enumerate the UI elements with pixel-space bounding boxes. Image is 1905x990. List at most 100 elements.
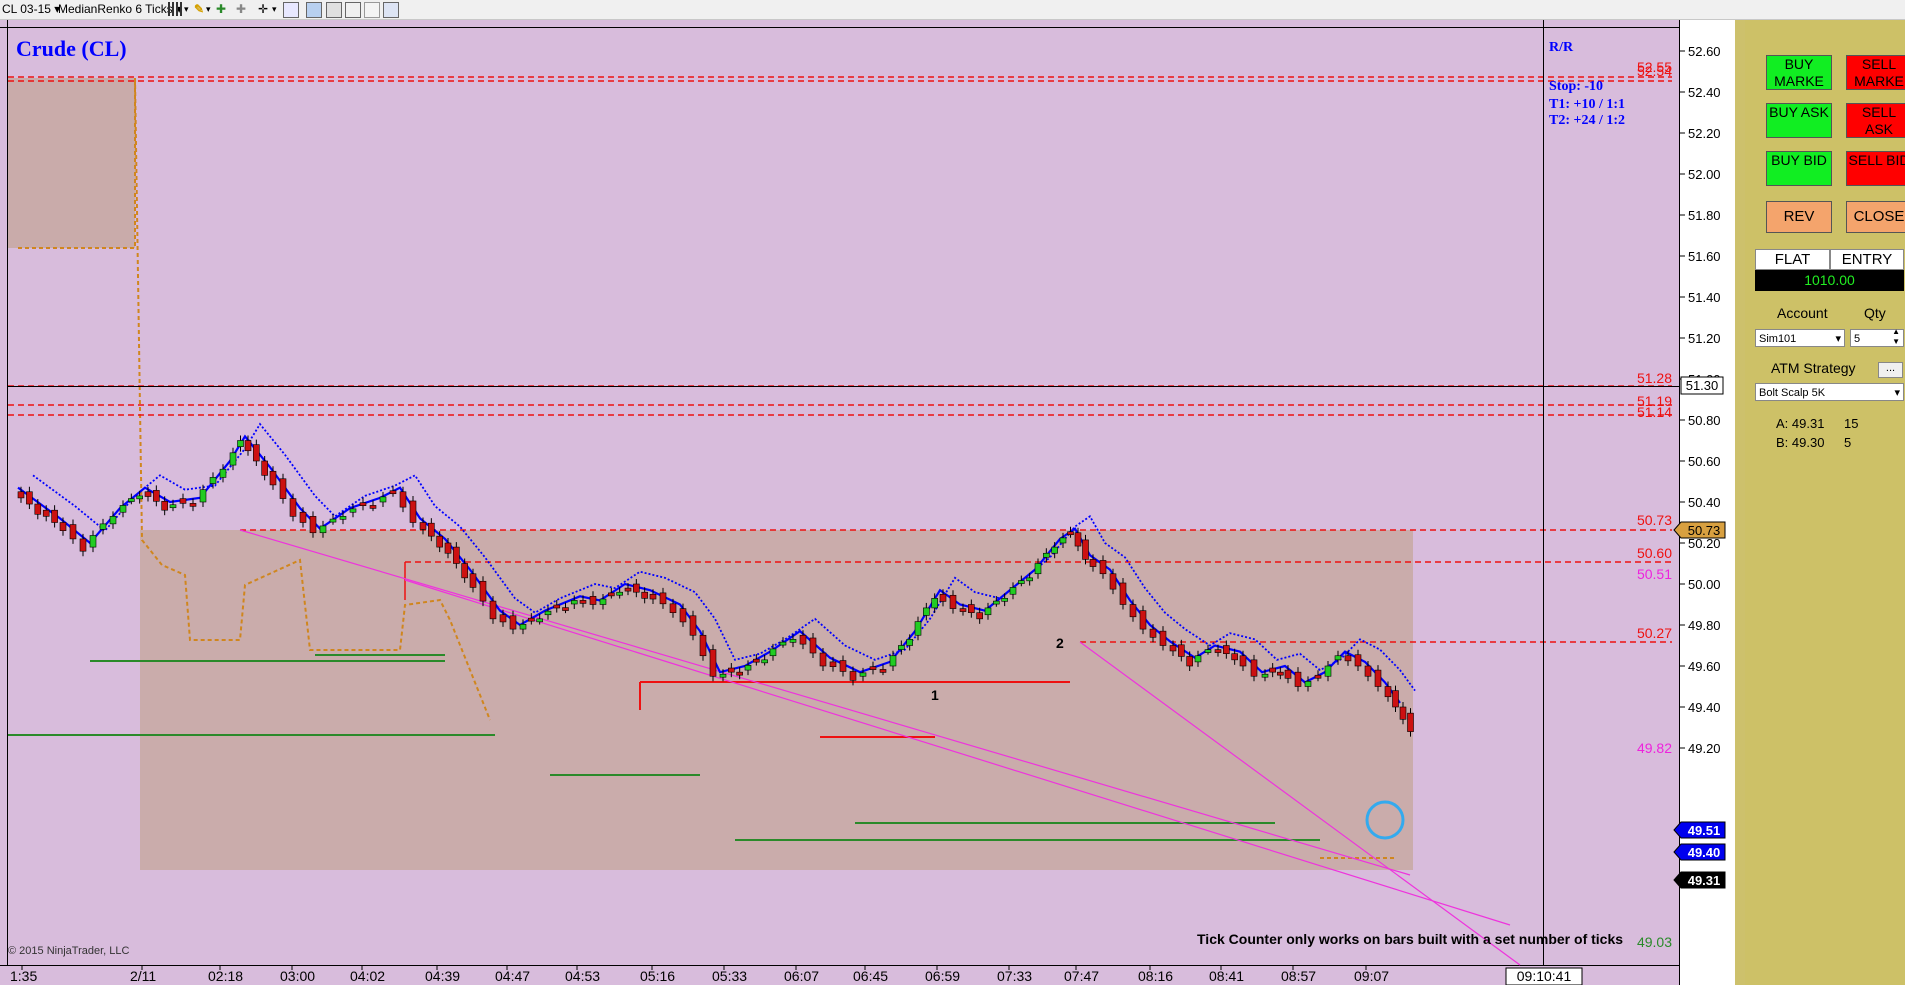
candle-down xyxy=(1119,582,1127,605)
candle-up xyxy=(319,525,327,534)
price-tick-label: 50.80 xyxy=(1688,413,1721,428)
candle-down xyxy=(1178,644,1185,657)
price-tick-label: 51.60 xyxy=(1688,249,1721,264)
candle-up xyxy=(1026,577,1033,582)
time-tick-label: 04:53 xyxy=(565,968,600,984)
candle-up xyxy=(237,440,244,447)
candle-up xyxy=(859,672,867,677)
properties-icon[interactable] xyxy=(306,2,322,18)
candle-down xyxy=(728,667,735,673)
candle-down xyxy=(562,607,569,611)
candle-down xyxy=(709,649,717,677)
time-tick-label: 05:33 xyxy=(712,968,747,984)
candle-down xyxy=(633,583,640,593)
candle-down xyxy=(624,587,632,592)
sell-market-button[interactable]: SELL MARKE xyxy=(1846,55,1905,90)
candle-up xyxy=(209,477,217,484)
time-tick-label: 07:33 xyxy=(997,968,1032,984)
candle-up xyxy=(339,516,347,520)
level-label-51-28: 51.28 xyxy=(1637,370,1672,386)
candle-up xyxy=(1059,537,1067,544)
candle-down xyxy=(553,604,561,609)
candle-up xyxy=(199,489,207,503)
draw-dropdown-icon[interactable]: ▾ xyxy=(206,2,211,17)
time-tick-label: 04:47 xyxy=(495,968,530,984)
candle-up xyxy=(1334,655,1342,661)
time-tick-label: 02:18 xyxy=(208,968,243,984)
atm-strategy-select[interactable]: Bolt Scalp 5K ▾ xyxy=(1755,383,1904,401)
time-tick-label: 08:16 xyxy=(1138,968,1173,984)
candle-down xyxy=(499,614,507,623)
atm-options-button[interactable]: ... xyxy=(1878,362,1903,378)
instrument-selector[interactable]: CL 03-15 ▾ xyxy=(2,2,60,17)
candle-up xyxy=(769,648,777,657)
crosshair-icon[interactable]: ✛ xyxy=(258,2,268,17)
candle-down xyxy=(399,491,407,508)
price-tick-label: 52.00 xyxy=(1688,167,1721,182)
candle-down xyxy=(753,658,760,663)
price-tick-label: 49.40 xyxy=(1688,700,1721,715)
time-tick-label: 06:07 xyxy=(784,968,819,984)
screenshot-icon[interactable] xyxy=(345,2,361,18)
account-label: Account xyxy=(1777,305,1828,321)
buy-market-button[interactable]: BUY MARKE xyxy=(1766,55,1832,90)
candle-down xyxy=(1159,630,1167,646)
candle-down xyxy=(659,592,667,605)
reverse-button[interactable]: REV xyxy=(1766,201,1832,233)
candle-down xyxy=(444,542,452,554)
candle-down xyxy=(1250,659,1258,677)
candle-down xyxy=(608,592,615,597)
buy-ask-button[interactable]: BUY ASK xyxy=(1766,103,1832,138)
candle-down xyxy=(879,669,887,673)
candle-down xyxy=(461,563,468,579)
candle-down xyxy=(1294,671,1302,687)
candle-down xyxy=(1314,674,1322,679)
crosshair-dropdown-icon[interactable]: ▾ xyxy=(272,2,277,17)
chart-canvas[interactable]: 1 2 Crude (CL) R/R Stop: -10 T1: +10 / 1… xyxy=(0,20,1735,986)
atm-strategy-label: ATM Strategy xyxy=(1771,360,1856,376)
candle-down xyxy=(179,498,187,504)
bar-style-dropdown-icon[interactable]: ▾ xyxy=(184,2,189,17)
candle-up xyxy=(931,598,938,609)
candle-down xyxy=(736,671,743,676)
candle-down xyxy=(579,600,587,604)
chart-trader-icon[interactable] xyxy=(383,2,399,18)
bar-style-icon[interactable] xyxy=(168,2,182,16)
time-tick-label: 1:35 xyxy=(10,968,37,984)
candle-up xyxy=(349,508,357,513)
swing-label-1: 1 xyxy=(931,687,939,703)
pencil-icon[interactable]: ✎ xyxy=(194,2,204,17)
candle-up xyxy=(1018,580,1025,584)
candle-down xyxy=(269,470,277,486)
buy-bid-button[interactable]: BUY BID xyxy=(1766,151,1832,186)
high-price-marker: 50.73 xyxy=(1688,523,1721,538)
quantity-stepper[interactable]: 5 ▲ ▼ xyxy=(1850,327,1904,347)
level-label-50-73: 50.73 xyxy=(1637,512,1672,528)
candle-up xyxy=(1001,598,1008,602)
add-indicator-icon[interactable]: ✚ xyxy=(216,2,226,17)
rr-target-1: T1: +10 / 1:1 xyxy=(1549,97,1625,112)
stepper-arrows-icon[interactable]: ▲ ▼ xyxy=(1892,327,1900,347)
strategy-icon[interactable]: ✚ xyxy=(236,2,246,17)
candle-up xyxy=(1324,665,1332,677)
candle-down xyxy=(161,501,168,511)
print-icon[interactable] xyxy=(364,2,380,18)
candle-up xyxy=(109,516,117,525)
bar-type-selector[interactable]: MedianRenko 6 Ticks ▾ xyxy=(58,2,182,17)
account-select[interactable]: Sim101 ▾ xyxy=(1755,329,1845,347)
price-tick-label: 51.20 xyxy=(1688,331,1721,346)
close-position-button[interactable]: CLOSE xyxy=(1846,201,1905,233)
rr-header: R/R xyxy=(1549,40,1574,55)
candle-up xyxy=(89,535,97,548)
candle-up xyxy=(744,665,752,671)
zoom-icon[interactable] xyxy=(283,2,299,18)
candle-down xyxy=(436,535,443,548)
candle-down xyxy=(144,491,152,497)
time-tick-label: 09:07 xyxy=(1354,968,1389,984)
sell-bid-button[interactable]: SELL BID xyxy=(1846,151,1905,186)
candle-down xyxy=(1139,610,1147,630)
price-chart[interactable]: 1 2 Crude (CL) R/R Stop: -10 T1: +10 / 1… xyxy=(0,20,1735,986)
data-box-icon[interactable] xyxy=(326,2,342,18)
candle-up xyxy=(993,600,1000,605)
sell-ask-button[interactable]: SELL ASK xyxy=(1846,103,1905,138)
